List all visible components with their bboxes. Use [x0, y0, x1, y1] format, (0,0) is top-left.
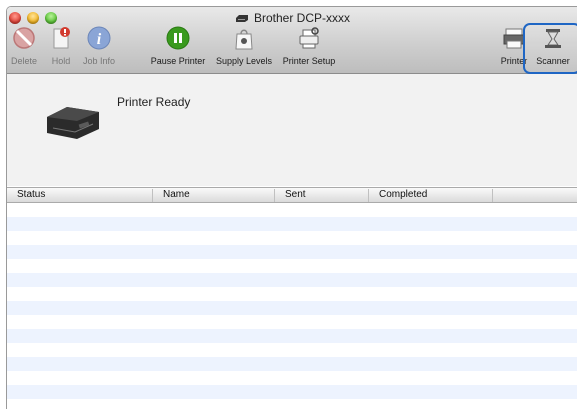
hold-button[interactable]: Hold	[47, 26, 75, 66]
info-icon: i	[87, 26, 111, 50]
column-completed[interactable]: Completed	[369, 189, 493, 202]
list-row	[7, 245, 577, 259]
list-row	[7, 357, 577, 371]
list-row	[7, 343, 577, 357]
pause-printer-button[interactable]: Pause Printer	[146, 26, 210, 66]
list-row	[7, 385, 577, 399]
list-row	[7, 315, 577, 329]
job-info-button[interactable]: i Job Info	[77, 26, 121, 66]
scanner-button[interactable]: Scanner	[533, 26, 573, 66]
pause-icon	[166, 26, 190, 50]
list-row	[7, 203, 577, 217]
printer-status-text: Printer Ready	[117, 95, 191, 109]
printer-icon	[235, 12, 249, 26]
window-title: Brother DCP-xxxx	[7, 11, 577, 26]
printer-setup-button[interactable]: Printer Setup	[277, 26, 341, 66]
list-row	[7, 259, 577, 273]
job-list[interactable]	[7, 203, 577, 409]
list-row	[7, 273, 577, 287]
job-table-header: Status Name Sent Completed	[7, 187, 577, 203]
column-sent[interactable]: Sent	[275, 189, 369, 202]
list-row	[7, 329, 577, 343]
supply-levels-button[interactable]: Supply Levels	[212, 26, 276, 66]
scanner-icon	[541, 26, 565, 50]
delete-button[interactable]: Delete	[7, 26, 41, 66]
delete-icon	[12, 26, 36, 50]
list-row	[7, 287, 577, 301]
list-row	[7, 371, 577, 385]
list-row	[7, 301, 577, 315]
svg-text:i: i	[97, 31, 102, 48]
toolbar: Brother DCP-xxxx Delete Hold i Job Info …	[7, 7, 577, 74]
list-row	[7, 217, 577, 231]
column-status[interactable]: Status	[7, 189, 153, 202]
column-name[interactable]: Name	[153, 189, 275, 202]
printer-setup-icon	[297, 26, 321, 50]
hold-icon	[49, 26, 73, 50]
printer-image	[45, 99, 101, 143]
supply-levels-icon	[232, 26, 256, 50]
print-queue-window: Brother DCP-xxxx Delete Hold i Job Info …	[6, 6, 577, 409]
list-row	[7, 231, 577, 245]
